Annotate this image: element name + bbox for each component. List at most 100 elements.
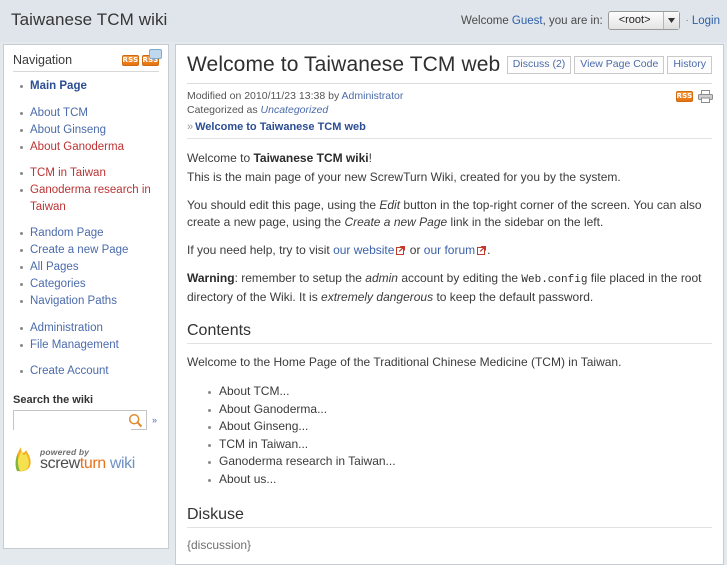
- welcome-text: Welcome: [461, 14, 509, 27]
- contents-intro: Welcome to the Home Page of the Traditio…: [187, 355, 622, 369]
- user-session-area: Welcome Guest, you are in: <root> · Logi…: [461, 11, 720, 30]
- category-line: Categorized as Uncategorized: [187, 104, 329, 116]
- namespace-select[interactable]: <root>: [607, 11, 680, 30]
- modified-date: 2010/11/23 13:38: [244, 90, 326, 102]
- author-link[interactable]: Administrator: [342, 90, 404, 102]
- contents-list: About TCM... About Ganoderma... About Gi…: [187, 383, 712, 488]
- discussion-placeholder: {discussion}: [187, 538, 252, 552]
- sidebar-item-main-page[interactable]: Main Page: [30, 80, 87, 92]
- breadcrumb-arrow: »: [187, 121, 194, 133]
- discuss-button[interactable]: Discuss (2): [506, 56, 572, 74]
- list-item: All Pages: [20, 259, 159, 276]
- paragraph-welcome: Welcome to Taiwanese TCM wiki!: [187, 151, 372, 165]
- search-icon[interactable]: [128, 413, 143, 431]
- web-config-code: Web.config: [521, 274, 588, 286]
- sidebar-item-about-ginseng[interactable]: About Ginseng: [30, 124, 106, 136]
- warning-label: Warning: [187, 271, 235, 285]
- discussion-heading: Diskuse: [187, 506, 712, 528]
- page-actions: Discuss (2) View Page Code History: [506, 56, 712, 74]
- contents-heading: Contents: [187, 322, 712, 344]
- rss-icon[interactable]: RSS: [122, 54, 139, 66]
- sidebar-item-ganoderma-research[interactable]: Ganoderma research in Taiwan: [30, 184, 151, 213]
- search-input[interactable]: [14, 410, 131, 431]
- list-item: About Ganoderma: [20, 139, 159, 156]
- paragraph-edit-instructions: You should edit this page, using the Edi…: [187, 198, 702, 229]
- sidebar-item-about-ganoderma[interactable]: About Ganoderma: [30, 141, 124, 153]
- list-item: Ganoderma research in Taiwan: [20, 182, 159, 215]
- speech-bubble-icon: [149, 48, 162, 61]
- list-item: About Ginseng: [20, 122, 159, 139]
- nav-spacer: [30, 156, 159, 165]
- list-item: Main Page: [20, 78, 159, 95]
- nav-spacer: [30, 216, 159, 225]
- page-body-text: Welcome to Taiwanese TCM wiki! This is t…: [187, 150, 712, 306]
- sidebar-item-tcm-in-taiwan[interactable]: TCM in Taiwan: [30, 167, 106, 179]
- separator-dot: ·: [685, 15, 689, 26]
- sidebar-item-create-account[interactable]: Create Account: [30, 365, 109, 377]
- sidebar-item-create-new-page[interactable]: Create a new Page: [30, 244, 128, 256]
- list-item: About Ganoderma...: [208, 401, 712, 419]
- guest-user-link[interactable]: Guest: [512, 15, 543, 27]
- sidebar-item-all-pages[interactable]: All Pages: [30, 261, 79, 273]
- category-link[interactable]: Uncategorized: [261, 104, 329, 116]
- rss-discussion-icon[interactable]: RSS: [142, 48, 162, 66]
- nav-spacer: [30, 95, 159, 104]
- sidebar-rss-icons: RSS RSS: [122, 48, 162, 66]
- sidebar-heading: Navigation: [13, 53, 73, 67]
- breadcrumb-link[interactable]: Welcome to Taiwanese TCM web: [195, 121, 366, 133]
- page-meta: Modified on 2010/11/23 13:38 by Administ…: [187, 89, 403, 117]
- login-link[interactable]: Login: [692, 15, 720, 27]
- chevron-down-icon[interactable]: [662, 12, 679, 29]
- list-item: Categories: [20, 276, 159, 293]
- search-box[interactable]: [13, 409, 147, 431]
- external-link-icon: [477, 243, 487, 255]
- rss-icon[interactable]: RSS: [676, 90, 693, 102]
- paragraph-warning: Warning: remember to setup the admin acc…: [187, 271, 702, 304]
- list-item: Random Page: [20, 225, 159, 242]
- sidebar: Navigation RSS RSS Main Page About TCM A…: [3, 44, 169, 549]
- welcome-suffix-text: , you are in:: [542, 14, 603, 27]
- external-link-icon: [396, 243, 406, 255]
- page-body: Navigation RSS RSS Main Page About TCM A…: [0, 42, 727, 565]
- list-item: About us...: [208, 471, 712, 489]
- sidebar-item-about-tcm[interactable]: About TCM: [30, 107, 88, 119]
- history-button[interactable]: History: [667, 56, 712, 74]
- sidebar-nav-list: Main Page About TCM About Ginseng About …: [13, 78, 159, 380]
- content-header: Welcome to Taiwanese TCM web Discuss (2)…: [187, 53, 712, 84]
- our-forum-link[interactable]: our forum: [424, 243, 475, 257]
- sidebar-item-file-management[interactable]: File Management: [30, 339, 119, 351]
- list-item: Administration: [20, 320, 159, 337]
- page-title: Welcome to Taiwanese TCM web: [187, 53, 501, 76]
- screwturn-wordmark: powered by screwturn wiki: [40, 448, 135, 472]
- breadcrumb: » Welcome to Taiwanese TCM web: [187, 121, 712, 139]
- screwturn-logo: powered by screwturn wiki: [13, 446, 159, 475]
- print-icon[interactable]: [698, 90, 713, 103]
- flame-icon: [13, 446, 35, 475]
- paragraph-help-links: If you need help, try to visit our websi…: [187, 243, 491, 257]
- sidebar-item-administration[interactable]: Administration: [30, 322, 103, 334]
- sidebar-item-navigation-paths[interactable]: Navigation Paths: [30, 295, 117, 307]
- search-row: »: [13, 409, 159, 431]
- list-item: Navigation Paths: [20, 293, 159, 310]
- list-item: File Management: [20, 337, 159, 354]
- sidebar-item-categories[interactable]: Categories: [30, 278, 86, 290]
- paragraph-main-page-desc: This is the main page of your new ScrewT…: [187, 170, 621, 184]
- screwturn-name: screwturn wiki: [40, 454, 135, 472]
- nav-spacer: [30, 354, 159, 363]
- list-item: About TCM: [20, 105, 159, 122]
- list-item: Ganoderma research in Taiwan...: [208, 453, 712, 471]
- nav-spacer: [30, 310, 159, 319]
- our-website-link[interactable]: our website: [333, 243, 394, 257]
- view-page-code-button[interactable]: View Page Code: [574, 56, 665, 74]
- list-item: TCM in Taiwan: [20, 165, 159, 182]
- namespace-selected-value: <root>: [618, 14, 651, 26]
- search-advanced-link[interactable]: »: [152, 415, 157, 425]
- wiki-title: Taiwanese TCM wiki: [11, 10, 168, 29]
- list-item: About TCM...: [208, 383, 712, 401]
- list-item: Create Account: [20, 363, 159, 380]
- list-item: About Ginseng...: [208, 418, 712, 436]
- page-meta-row: Modified on 2010/11/23 13:38 by Administ…: [187, 89, 713, 117]
- sidebar-item-random-page[interactable]: Random Page: [30, 227, 104, 239]
- search-label: Search the wiki: [13, 393, 94, 406]
- list-item: TCM in Taiwan...: [208, 436, 712, 454]
